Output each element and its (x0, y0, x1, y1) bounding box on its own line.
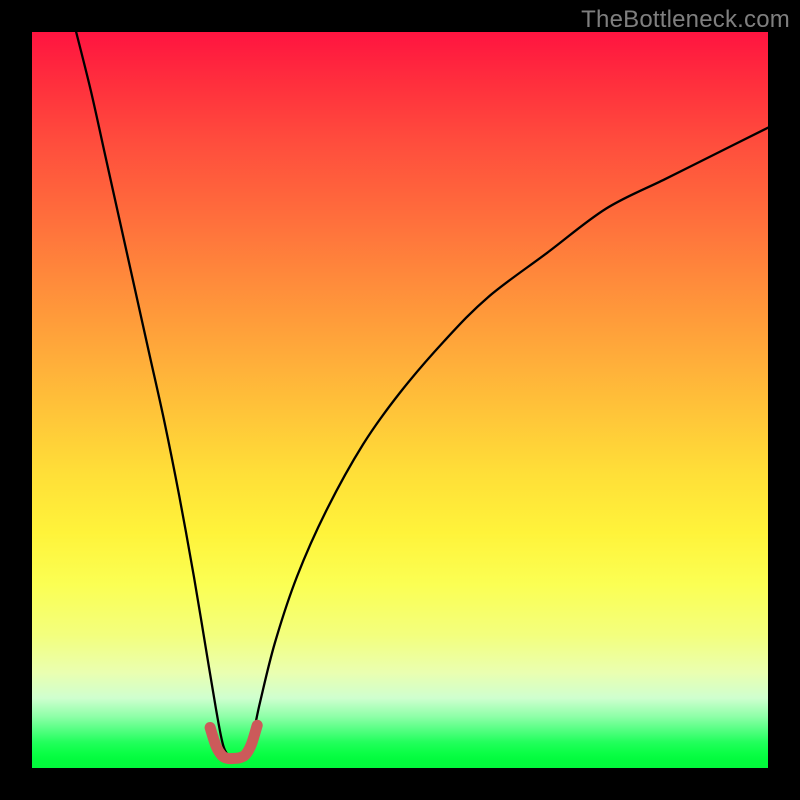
curve-layer (32, 32, 768, 768)
main-curve (76, 32, 768, 759)
watermark-text: TheBottleneck.com (581, 6, 790, 34)
chart-frame: TheBottleneck.com (0, 0, 800, 800)
highlight-curve (210, 725, 257, 758)
plot-area (32, 32, 768, 768)
